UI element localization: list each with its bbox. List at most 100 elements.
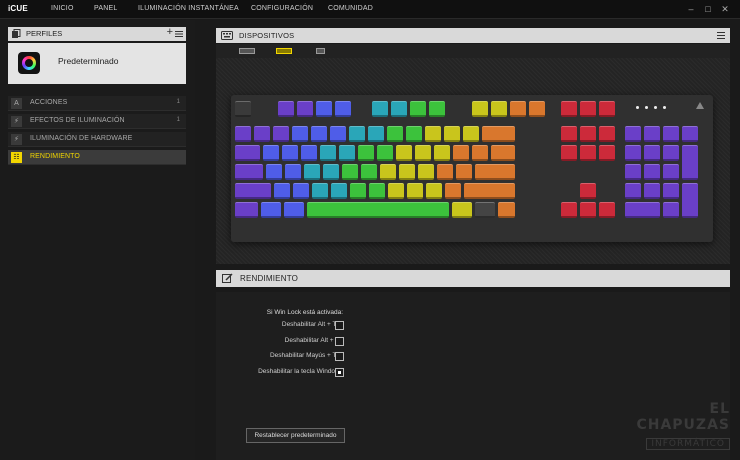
keyboard-key[interactable] bbox=[682, 126, 698, 142]
keyboard-key[interactable] bbox=[625, 145, 641, 161]
nav-configuracion[interactable]: CONFIGURACIÓN bbox=[251, 5, 313, 12]
keyboard-key[interactable] bbox=[561, 126, 577, 142]
hamburger-icon[interactable] bbox=[175, 30, 183, 38]
keyboard-key[interactable] bbox=[377, 145, 393, 161]
keyboard-key[interactable] bbox=[644, 145, 660, 161]
keyboard-key[interactable] bbox=[463, 126, 479, 142]
keyboard-key[interactable] bbox=[663, 183, 679, 199]
device-tab-keyboard-2[interactable] bbox=[276, 48, 292, 54]
keyboard-key[interactable] bbox=[368, 126, 384, 142]
keyboard-key[interactable] bbox=[304, 164, 320, 180]
keyboard-key[interactable] bbox=[396, 145, 412, 161]
hamburger-icon[interactable] bbox=[717, 32, 725, 39]
keyboard-key[interactable] bbox=[426, 183, 442, 199]
nav-inicio[interactable]: INICIO bbox=[51, 5, 74, 12]
keyboard-key[interactable] bbox=[391, 101, 407, 117]
keyboard-key[interactable] bbox=[625, 164, 641, 180]
keyboard-key[interactable] bbox=[491, 101, 507, 117]
keyboard-key[interactable] bbox=[425, 126, 441, 142]
alt-f4-checkbox[interactable] bbox=[335, 337, 344, 346]
keyboard-key[interactable] bbox=[580, 145, 596, 161]
close-icon[interactable]: ✕ bbox=[720, 3, 730, 15]
keyboard-key[interactable] bbox=[452, 202, 472, 218]
keyboard-key[interactable] bbox=[429, 101, 445, 117]
keyboard-key[interactable] bbox=[316, 101, 332, 117]
keyboard-key[interactable] bbox=[599, 126, 615, 142]
keyboard-key[interactable] bbox=[372, 101, 388, 117]
keyboard-key[interactable] bbox=[580, 101, 596, 117]
device-tab-accessory[interactable] bbox=[316, 48, 325, 54]
keyboard-key[interactable] bbox=[529, 101, 545, 117]
keyboard-key[interactable] bbox=[235, 101, 251, 117]
keyboard-key[interactable] bbox=[330, 126, 346, 142]
sidebar-item-acciones[interactable]: A ACCIONES 1 bbox=[8, 96, 186, 111]
keyboard-key[interactable] bbox=[599, 145, 615, 161]
keyboard-key[interactable] bbox=[482, 126, 515, 142]
keyboard-key[interactable] bbox=[349, 126, 365, 142]
keyboard-key[interactable] bbox=[282, 145, 298, 161]
keyboard-key[interactable] bbox=[293, 183, 309, 199]
keyboard-key[interactable] bbox=[580, 183, 596, 199]
keyboard-key[interactable] bbox=[407, 183, 423, 199]
profile-card[interactable]: Predeterminado bbox=[8, 43, 186, 84]
keyboard-key[interactable] bbox=[254, 126, 270, 142]
keyboard-key[interactable] bbox=[361, 164, 377, 180]
keyboard-key[interactable] bbox=[682, 145, 698, 180]
keyboard-key[interactable] bbox=[388, 183, 404, 199]
keyboard-key[interactable] bbox=[663, 164, 679, 180]
keyboard-key[interactable] bbox=[311, 126, 327, 142]
sidebar-item-efectos[interactable]: ⚡ EFECTOS DE ILUMINACIÓN 1 bbox=[8, 114, 186, 129]
keyboard-key[interactable] bbox=[644, 164, 660, 180]
keyboard-key[interactable] bbox=[307, 202, 449, 218]
keyboard-key[interactable] bbox=[261, 202, 281, 218]
keyboard-key[interactable] bbox=[472, 145, 488, 161]
nav-iluminacion-instantanea[interactable]: ILUMINACIÓN INSTANTÁNEA bbox=[138, 5, 239, 12]
keyboard-key[interactable] bbox=[235, 145, 260, 161]
keyboard-key[interactable] bbox=[561, 145, 577, 161]
keyboard-key[interactable] bbox=[491, 145, 515, 161]
keyboard-key[interactable] bbox=[472, 101, 488, 117]
keyboard-key[interactable] bbox=[331, 183, 347, 199]
keyboard-key[interactable] bbox=[339, 145, 355, 161]
keyboard-key[interactable] bbox=[285, 164, 301, 180]
keyboard-key[interactable] bbox=[399, 164, 415, 180]
keyboard-key[interactable] bbox=[475, 202, 495, 218]
device-tab-keyboard-1[interactable] bbox=[239, 48, 255, 54]
keyboard-key[interactable] bbox=[625, 126, 641, 142]
nav-comunidad[interactable]: COMUNIDAD bbox=[328, 5, 373, 12]
keyboard-key[interactable] bbox=[437, 164, 453, 180]
keyboard-key[interactable] bbox=[561, 202, 577, 218]
keyboard-key[interactable] bbox=[235, 164, 263, 180]
sidebar-item-rendimiento[interactable]: ☷ RENDIMIENTO bbox=[8, 150, 186, 165]
keyboard-key[interactable] bbox=[342, 164, 358, 180]
keyboard-key[interactable] bbox=[599, 101, 615, 117]
keyboard-key[interactable] bbox=[453, 145, 469, 161]
keyboard-key[interactable] bbox=[323, 164, 339, 180]
keyboard-key[interactable] bbox=[625, 202, 660, 218]
keyboard-key[interactable] bbox=[312, 183, 328, 199]
alt-tab-checkbox[interactable] bbox=[335, 321, 344, 330]
shift-tab-checkbox[interactable] bbox=[335, 352, 344, 361]
reset-default-button[interactable]: Restablecer predeterminado bbox=[246, 428, 345, 443]
keyboard-key[interactable] bbox=[273, 126, 289, 142]
keyboard-key[interactable] bbox=[464, 183, 515, 199]
nav-panel[interactable]: PANEL bbox=[94, 5, 117, 12]
keyboard-key[interactable] bbox=[358, 145, 374, 161]
windows-key-checkbox[interactable] bbox=[335, 368, 344, 377]
keyboard-key[interactable] bbox=[284, 202, 304, 218]
keyboard-key[interactable] bbox=[410, 101, 426, 117]
keyboard-key[interactable] bbox=[415, 145, 431, 161]
keyboard-key[interactable] bbox=[663, 202, 679, 218]
keyboard-key[interactable] bbox=[263, 145, 279, 161]
keyboard-key[interactable] bbox=[561, 101, 577, 117]
keyboard-key[interactable] bbox=[644, 183, 660, 199]
keyboard-key[interactable] bbox=[301, 145, 317, 161]
keyboard[interactable] bbox=[231, 95, 713, 242]
keyboard-key[interactable] bbox=[625, 183, 641, 199]
keyboard-key[interactable] bbox=[434, 145, 450, 161]
keyboard-key[interactable] bbox=[406, 126, 422, 142]
keyboard-key[interactable] bbox=[335, 101, 351, 117]
keyboard-key[interactable] bbox=[235, 126, 251, 142]
keyboard-key[interactable] bbox=[266, 164, 282, 180]
keyboard-key[interactable] bbox=[580, 126, 596, 142]
